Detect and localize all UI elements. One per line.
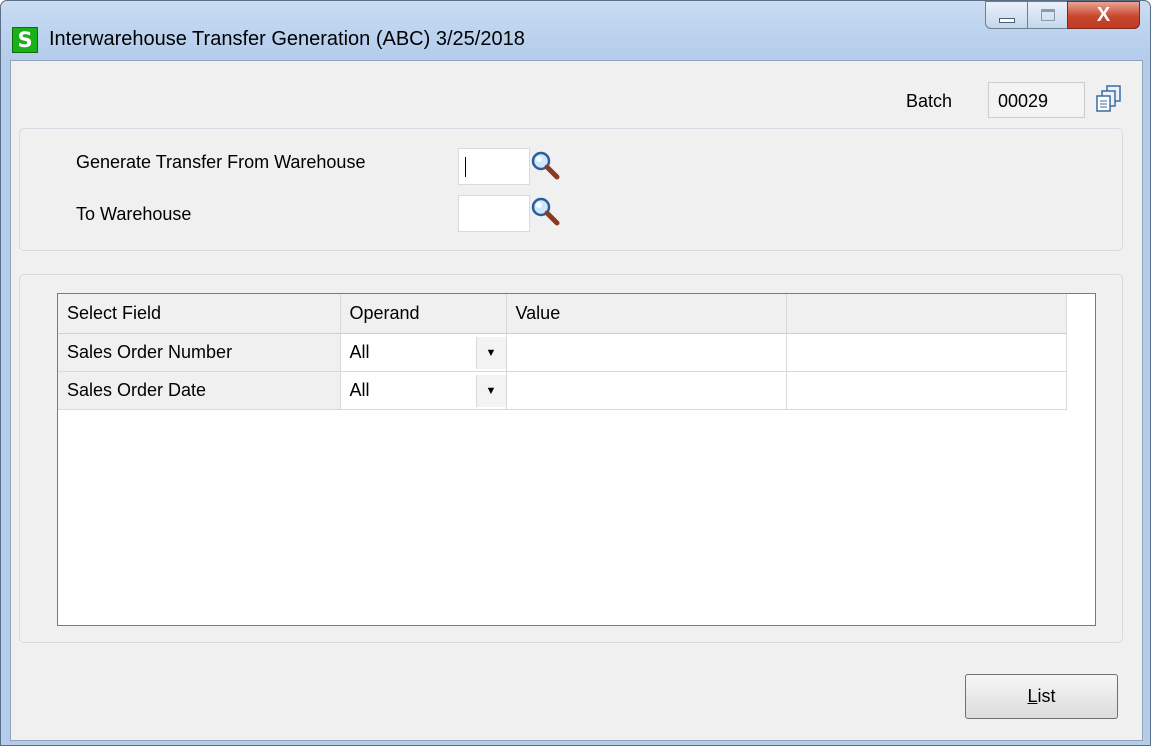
title-bar[interactable]: S Interwarehouse Transfer Generation (AB… [1, 1, 1150, 59]
batch-field[interactable]: 00029 [988, 82, 1085, 118]
batch-label: Batch [906, 91, 953, 111]
value-cell[interactable] [506, 333, 787, 372]
selection-grid[interactable]: Select Field Operand Value Sales Order N… [57, 293, 1096, 626]
operand-select[interactable]: All ▼ [340, 333, 507, 372]
operand-select[interactable]: All ▼ [340, 371, 507, 410]
row-field-cell: Sales Order Date [58, 371, 341, 410]
maximize-icon [1040, 9, 1055, 21]
value-cell[interactable] [506, 371, 787, 410]
from-warehouse-input[interactable] [458, 148, 530, 185]
from-warehouse-label: Generate Transfer From Warehouse [76, 152, 366, 172]
column-header-extra[interactable] [786, 294, 1067, 334]
window-client-area: Batch 00029 Generate Transfer From Wareh… [10, 60, 1143, 741]
table-row[interactable]: Sales Order Number All ▼ [58, 333, 1067, 372]
window-controls: X [985, 1, 1140, 31]
list-button[interactable]: List [965, 674, 1118, 719]
close-button[interactable]: X [1067, 1, 1140, 29]
chevron-down-icon: ▼ [485, 346, 497, 359]
operand-value: All [349, 341, 370, 362]
extra-cell[interactable] [786, 371, 1067, 410]
column-header-operand[interactable]: Operand [340, 294, 507, 334]
text-cursor [465, 157, 466, 177]
list-button-label: ist [1037, 686, 1056, 706]
app-window: S Interwarehouse Transfer Generation (AB… [0, 0, 1151, 746]
operand-value: All [349, 379, 370, 400]
to-warehouse-label: To Warehouse [76, 204, 192, 224]
copy-batch-icon[interactable] [1093, 83, 1125, 115]
column-header-value[interactable]: Value [506, 294, 787, 334]
operand-dropdown-button[interactable]: ▼ [475, 374, 506, 407]
minimize-icon [998, 17, 1015, 23]
chevron-down-icon: ▼ [485, 384, 497, 397]
warehouse-panel: Generate Transfer From Warehouse To Ware… [19, 128, 1123, 251]
maximize-button[interactable] [1027, 1, 1067, 29]
grid-header-row: Select Field Operand Value [58, 294, 1067, 334]
lookup-from-warehouse-icon[interactable] [530, 150, 560, 180]
app-logo-icon[interactable]: S [12, 27, 38, 53]
close-icon: X [1096, 3, 1111, 26]
operand-dropdown-button[interactable]: ▼ [475, 336, 506, 369]
row-field-cell: Sales Order Number [58, 333, 341, 372]
to-warehouse-input[interactable] [458, 195, 530, 232]
extra-cell[interactable] [786, 333, 1067, 372]
minimize-button[interactable] [985, 1, 1027, 29]
window-title: Interwarehouse Transfer Generation (ABC)… [49, 28, 525, 50]
selection-table: Select Field Operand Value Sales Order N… [58, 294, 1067, 410]
table-row[interactable]: Sales Order Date All ▼ [58, 371, 1067, 410]
list-button-mnemonic: L [1027, 686, 1038, 706]
column-header-select-field[interactable]: Select Field [58, 294, 341, 334]
lookup-to-warehouse-icon[interactable] [530, 196, 560, 226]
